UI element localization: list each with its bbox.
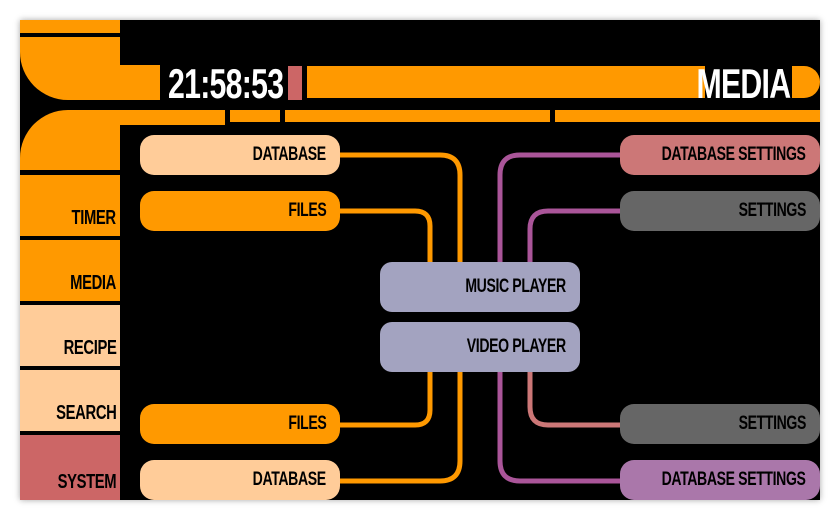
database-button-top[interactable]: DATABASE — [140, 135, 340, 175]
files-button-bottom[interactable]: FILES — [140, 404, 340, 444]
header-accent — [288, 66, 302, 100]
settings-label: SETTINGS — [738, 413, 807, 434]
settings-label: SETTINGS — [738, 200, 807, 221]
clock-display: 21:58:53 — [168, 60, 284, 107]
header-bar — [307, 66, 705, 98]
sidebar-item-label: MEDIA — [70, 272, 116, 294]
video-player-button[interactable]: VIDEO PLAYER — [380, 322, 580, 372]
settings-button-top[interactable]: SETTINGS — [620, 191, 820, 231]
sidebar-item-system[interactable]: SYSTEM — [20, 435, 120, 500]
database-button-label: DATABASE — [252, 144, 326, 165]
lcars-screen: 21:58:53 MEDIA TIMER MEDIA RECIPE SEARCH… — [20, 20, 820, 500]
sidebar-item-search[interactable]: SEARCH — [20, 370, 120, 431]
settings-button-bottom[interactable]: SETTINGS — [620, 404, 820, 444]
sidebar-item-media[interactable]: MEDIA — [20, 240, 120, 301]
sidebar-item-label: SYSTEM — [57, 471, 116, 493]
wire-bottom-files — [340, 370, 433, 428]
database-settings-label: DATABASE SETTINGS — [662, 144, 806, 165]
frame-top-ext — [120, 65, 160, 100]
rail-seg-2 — [230, 110, 280, 122]
sidebar-item-timer[interactable]: TIMER — [20, 175, 120, 236]
sidebar-item-label: SEARCH — [55, 402, 117, 424]
sidebar-item-label: TIMER — [71, 207, 117, 229]
database-settings-label: DATABASE SETTINGS — [662, 469, 806, 490]
music-player-button[interactable]: MUSIC PLAYER — [380, 262, 580, 312]
files-button-label: FILES — [288, 413, 326, 434]
page-title: MEDIA — [696, 60, 791, 107]
rail-seg-3 — [285, 110, 550, 122]
rail-seg-4 — [555, 110, 820, 122]
sidebar-item-recipe[interactable]: RECIPE — [20, 305, 120, 366]
wire-bottom-settings — [527, 370, 620, 428]
files-button-label: FILES — [288, 200, 326, 221]
database-settings-button-top[interactable]: DATABASE SETTINGS — [620, 135, 820, 175]
sidebar-item-label: RECIPE — [63, 337, 116, 359]
database-button-bottom[interactable]: DATABASE — [140, 460, 340, 500]
music-player-label: MUSIC PLAYER — [465, 276, 566, 297]
frame-divider — [20, 33, 120, 37]
video-player-label: VIDEO PLAYER — [467, 336, 566, 357]
database-settings-button-bottom[interactable]: DATABASE SETTINGS — [620, 460, 820, 500]
rail-seg-1 — [180, 110, 225, 122]
database-button-label: DATABASE — [252, 469, 326, 490]
files-button-top[interactable]: FILES — [140, 191, 340, 231]
